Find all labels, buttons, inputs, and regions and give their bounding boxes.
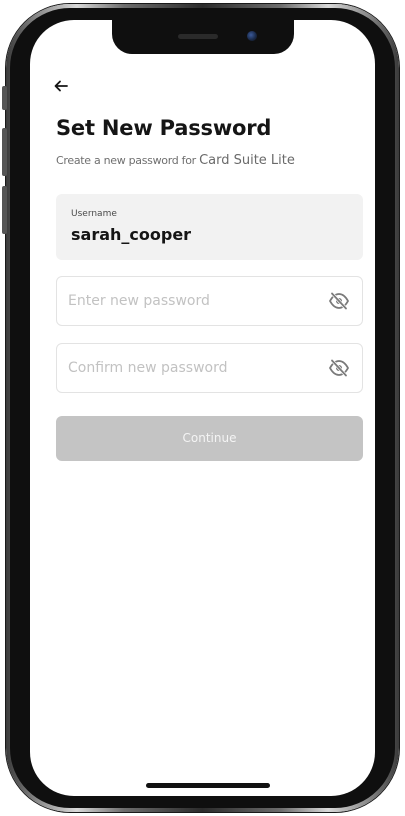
eye-off-icon: [328, 358, 350, 378]
mute-switch: [2, 86, 7, 110]
new-password-input[interactable]: [68, 277, 318, 325]
arrow-left-icon: [54, 80, 68, 92]
notch: [112, 20, 294, 54]
volume-up-button: [2, 128, 7, 176]
confirm-password-visibility-toggle[interactable]: [328, 358, 350, 378]
subtitle-text: Create a new password for: [56, 154, 200, 167]
speaker-grille: [178, 34, 218, 39]
username-label: Username: [71, 209, 117, 219]
volume-down-button: [2, 186, 7, 234]
username-value: sarah_cooper: [71, 225, 192, 244]
app-name: Card Suite Lite: [199, 153, 295, 168]
front-camera: [247, 31, 257, 41]
page-subtitle: Create a new password for Card Suite Lit…: [56, 153, 295, 168]
confirm-password-field[interactable]: [56, 343, 363, 393]
continue-button[interactable]: Continue: [56, 416, 363, 461]
new-password-field[interactable]: [56, 276, 363, 326]
eye-off-icon: [328, 291, 350, 311]
new-password-visibility-toggle[interactable]: [328, 291, 350, 311]
username-field: Username sarah_cooper: [56, 194, 363, 260]
back-button[interactable]: [54, 74, 78, 98]
home-indicator: [146, 783, 270, 788]
page: Set New Password Create a new password f…: [0, 0, 405, 816]
page-title: Set New Password: [56, 116, 272, 140]
confirm-password-input[interactable]: [68, 344, 318, 392]
phone-screen: Set New Password Create a new password f…: [30, 20, 375, 796]
